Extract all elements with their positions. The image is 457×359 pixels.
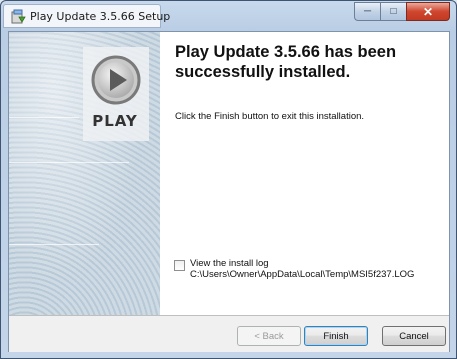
view-log-checkbox[interactable] (174, 260, 185, 271)
banner-decoration (9, 117, 79, 118)
banner-decoration (9, 162, 129, 163)
log-path-text: C:\Users\Owner\AppData\Local\Temp\MSI5f2… (190, 269, 415, 280)
back-button[interactable]: < Back (237, 326, 301, 346)
minimize-icon: ─ (363, 6, 372, 17)
installer-icon (10, 9, 26, 25)
setup-window: Play Update 3.5.66 Setup ─ □ ✕ PLAY Play… (0, 0, 457, 359)
maximize-icon: □ (390, 6, 397, 17)
window-title: Play Update 3.5.66 Setup (30, 10, 171, 23)
close-icon: ✕ (422, 4, 434, 19)
logo-text: PLAY (92, 112, 138, 130)
back-button-label: < Back (254, 330, 284, 342)
view-log-text: View the install log (190, 258, 269, 269)
instruction-text: Click the Finish button to exit this ins… (175, 111, 365, 122)
button-bar: < Back Finish Cancel (9, 315, 449, 352)
title-tab: Play Update 3.5.66 Setup (3, 4, 170, 28)
finish-button[interactable]: Finish (304, 326, 368, 346)
cancel-button[interactable]: Cancel (382, 326, 446, 346)
maximize-button[interactable]: □ (380, 2, 406, 21)
view-log-label[interactable]: View the install log C:\Users\Owner\AppD… (190, 258, 414, 280)
finish-button-label: Finish (323, 330, 349, 342)
cancel-button-label: Cancel (399, 330, 429, 342)
content-pane: Play Update 3.5.66 has been successfully… (160, 32, 449, 315)
caption-buttons: ─ □ ✕ (354, 2, 450, 22)
banner-decoration (9, 244, 99, 245)
minimize-button[interactable]: ─ (354, 2, 380, 21)
side-banner: PLAY (9, 32, 160, 315)
close-button[interactable]: ✕ (406, 2, 450, 21)
completion-heading: Play Update 3.5.66 has been successfully… (175, 43, 397, 81)
dialog-client-area: PLAY Play Update 3.5.66 has been success… (8, 31, 450, 352)
title-bar[interactable]: Play Update 3.5.66 Setup ─ □ ✕ (1, 1, 456, 31)
